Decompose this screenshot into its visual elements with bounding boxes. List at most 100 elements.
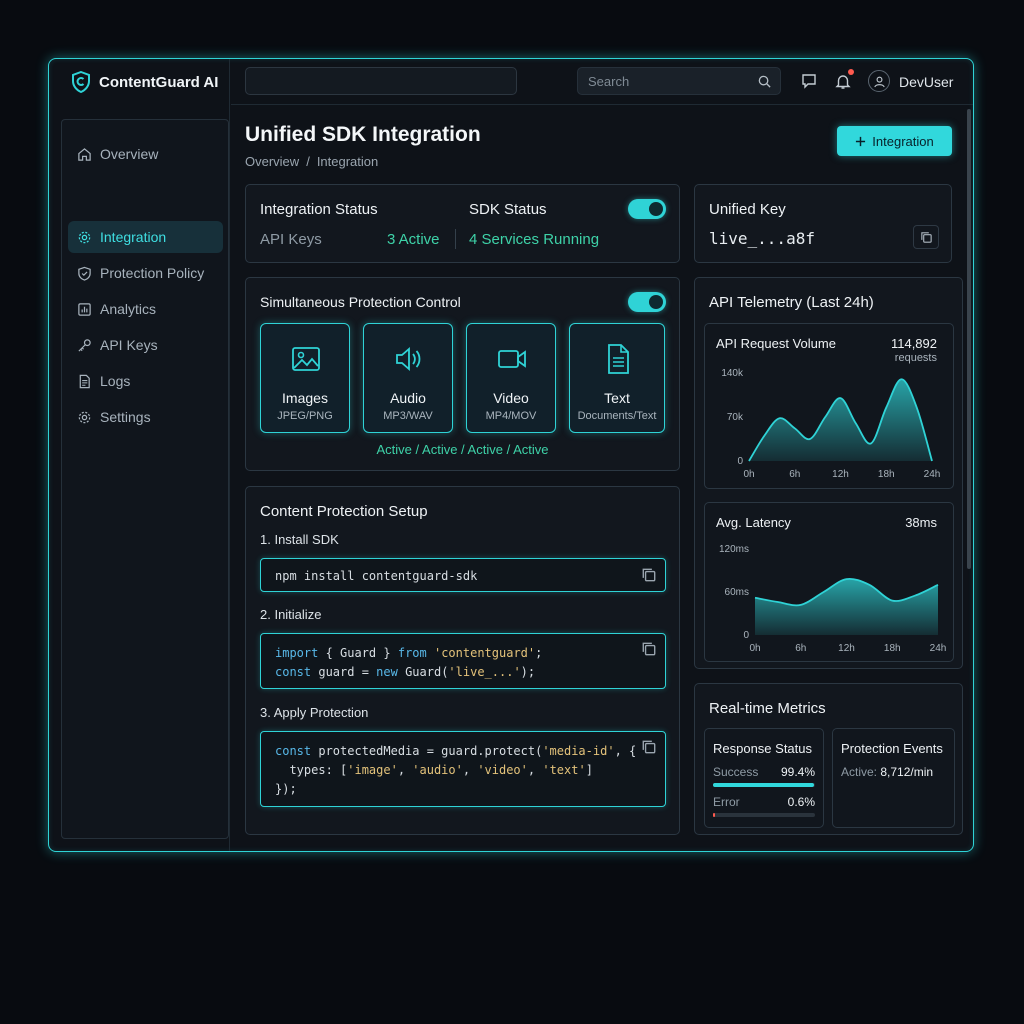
x-tick-label: 0h	[743, 469, 754, 480]
bar-chart-icon	[78, 302, 91, 316]
sidebar-item-integration[interactable]: Integration	[68, 221, 223, 253]
code-string: 'video'	[477, 763, 528, 777]
integration-status-title: Integration Status	[260, 201, 378, 218]
tile-formats: MP4/MOV	[485, 410, 537, 422]
protection-type-images[interactable]: Images JPEG/PNG	[260, 323, 350, 433]
brand-name: ContentGuard AI	[99, 73, 219, 91]
code-keyword: import	[275, 646, 319, 660]
protection-events-panel: Protection Events Active: 8,712/min	[832, 728, 955, 828]
search-placeholder: Search	[588, 73, 630, 89]
scrollbar[interactable]	[967, 109, 971, 569]
latency-chart: Avg. Latency 38ms 0 60ms 120ms 0h 6h 12h 18h 24…	[704, 502, 954, 662]
x-tick-label: 18h	[878, 469, 895, 480]
sidebar-item-analytics[interactable]: Analytics	[68, 293, 223, 325]
sidebar-item-label: Analytics	[100, 301, 157, 317]
sidebar-item-overview[interactable]: Overview	[68, 138, 223, 170]
command-input[interactable]	[245, 67, 517, 95]
breadcrumb-overview[interactable]: Overview	[245, 154, 299, 169]
shield-check-icon	[78, 266, 91, 281]
unified-key-value[interactable]: live_...a8f	[709, 229, 815, 248]
copy-icon[interactable]	[641, 739, 657, 755]
speaker-icon	[396, 347, 421, 371]
code-keyword: from	[397, 646, 427, 660]
telemetry-card: API Telemetry (Last 24h) API Request Vol…	[694, 277, 963, 669]
plus-icon	[856, 136, 866, 146]
metrics-card: Real-time Metrics Response Status Succes…	[694, 683, 963, 835]
brand[interactable]: ContentGuard AI	[71, 71, 218, 93]
protection-control-title: Simultaneous Protection Control	[260, 294, 461, 310]
copy-icon[interactable]	[641, 567, 657, 583]
sidebar-item-api-keys[interactable]: API Keys	[68, 329, 223, 361]
initialize-code-block[interactable]: import { Guard } from 'contentguard'; co…	[260, 633, 666, 689]
sidebar-item-logs[interactable]: Logs	[68, 365, 223, 397]
divider	[455, 229, 456, 249]
search-input[interactable]: Search	[577, 67, 781, 95]
error-value: 0.6%	[787, 795, 815, 809]
x-tick-label: 24h	[924, 469, 941, 480]
code-line: const protectedMedia = guard.protect('me…	[275, 744, 637, 758]
sdk-status-toggle[interactable]	[628, 199, 666, 219]
tile-name: Text	[604, 390, 630, 406]
protection-events-title: Protection Events	[841, 741, 943, 756]
protection-type-audio[interactable]: Audio MP3/WAV	[363, 323, 453, 433]
tile-name: Images	[282, 390, 328, 406]
chat-icon[interactable]	[800, 72, 818, 90]
x-tick-label: 12h	[838, 643, 855, 654]
x-tick-label: 6h	[789, 469, 800, 480]
protection-type-video[interactable]: Video MP4/MOV	[466, 323, 556, 433]
protection-type-text[interactable]: Text Documents/Text	[569, 323, 665, 433]
code-string: 'live_...'	[448, 665, 521, 679]
telemetry-title: API Telemetry (Last 24h)	[709, 294, 874, 311]
y-tick-label: 120ms	[719, 544, 749, 555]
events-line: Active: 8,712/min	[841, 765, 933, 779]
install-code-block[interactable]: npm install contentguard-sdk	[260, 558, 666, 592]
add-integration-button[interactable]: Integration	[837, 126, 952, 156]
code-line: const guard = new Guard('live_...');	[275, 665, 536, 679]
x-tick-label: 12h	[832, 469, 849, 480]
protection-toggle[interactable]	[628, 292, 666, 312]
protection-control-card: Simultaneous Protection Control Images J…	[245, 277, 680, 471]
sidebar-item-settings[interactable]: Settings	[68, 401, 223, 433]
apply-code-block[interactable]: const protectedMedia = guard.protect('me…	[260, 731, 666, 807]
copy-icon[interactable]	[641, 641, 657, 657]
username[interactable]: DevUser	[899, 74, 953, 90]
success-bar	[713, 783, 815, 787]
code-keyword: new	[376, 665, 398, 679]
protection-status-line: Active / Active / Active / Active	[376, 442, 549, 457]
search-icon	[758, 75, 771, 88]
code-string: 'media-id'	[542, 744, 615, 758]
tile-formats: MP3/WAV	[383, 410, 433, 422]
sidebar-item-label: Integration	[100, 229, 167, 245]
step-1-label: 1. Install SDK	[260, 532, 339, 547]
chart-area-fill	[755, 578, 938, 635]
code-line: types: ['image', 'audio', 'video', 'text…	[275, 763, 593, 777]
breadcrumb-current: Integration	[316, 154, 379, 169]
success-value: 99.4%	[780, 765, 815, 779]
sidebar-item-label: Protection Policy	[100, 265, 205, 281]
code-string: 'audio'	[412, 763, 463, 777]
setup-card: Content Protection Setup 1. Install SDK …	[245, 486, 680, 835]
sidebar-item-label: Logs	[100, 373, 131, 389]
page-title: Unified SDK Integration	[245, 123, 481, 146]
text-document-icon	[608, 344, 629, 374]
code-line: });	[275, 782, 297, 796]
sidebar-item-label: API Keys	[100, 337, 158, 353]
sidebar-item-protection-policy[interactable]: Protection Policy	[68, 257, 223, 289]
code-keyword: const	[275, 744, 312, 758]
response-status-title: Response Status	[713, 741, 813, 756]
settings-icon	[78, 411, 91, 423]
copy-key-button[interactable]	[913, 225, 939, 249]
tile-name: Video	[493, 390, 529, 406]
error-bar	[713, 813, 815, 817]
breadcrumb-separator: /	[306, 154, 310, 169]
latency-chart-svg: 0 60ms 120ms 0h 6h 12h 18h 24h	[719, 544, 946, 654]
breadcrumb: Overview / Integration	[245, 154, 378, 169]
x-tick-label: 6h	[795, 643, 806, 654]
tile-name: Audio	[390, 390, 426, 406]
events-label: Active:	[841, 765, 878, 779]
copy-icon	[920, 231, 932, 243]
response-status-panel: Response Status Success 99.4% Error 0.6%	[704, 728, 824, 828]
events-value: 8,712/min	[880, 765, 934, 779]
avatar[interactable]	[868, 70, 890, 92]
image-icon	[292, 347, 320, 371]
